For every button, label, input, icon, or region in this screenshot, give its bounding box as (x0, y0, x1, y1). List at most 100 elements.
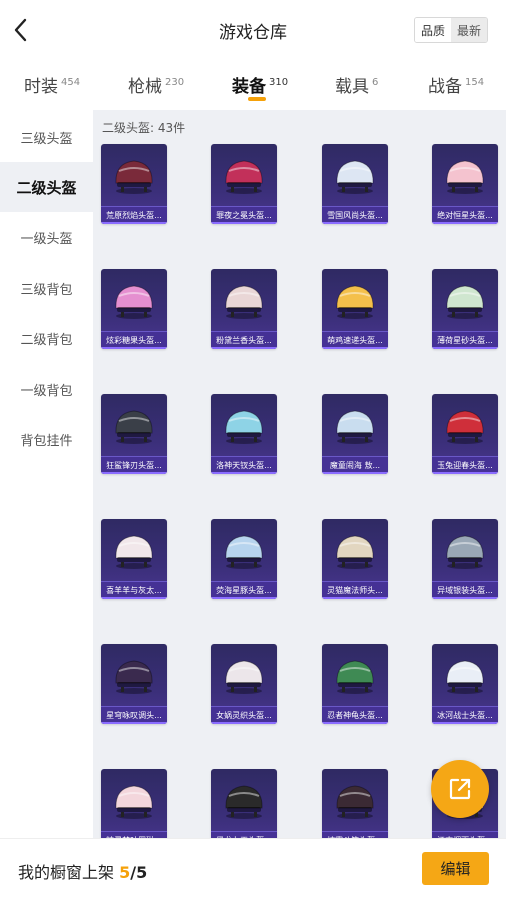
helmet-icon (211, 394, 277, 456)
helmet-icon (322, 394, 388, 456)
helmet-icon (211, 269, 277, 331)
sidebar-item-level3-backpack[interactable]: 三级背包 (0, 263, 93, 313)
rarity-bar (432, 347, 498, 349)
helmet-icon (211, 519, 277, 581)
helmet-icon (101, 269, 167, 331)
tab-count: 6 (372, 77, 379, 89)
sidebar-item-level3-helmet[interactable]: 三级头盔 (0, 112, 93, 162)
sidebar-item-level1-helmet[interactable]: 一级头盔 (0, 212, 93, 262)
showcase-current-count: 5 (119, 863, 131, 882)
tab-label: 载具 (335, 77, 369, 97)
sidebar-item-level1-backpack[interactable]: 一级背包 (0, 364, 93, 414)
tab-label: 战备 (428, 77, 462, 97)
item-name: 墨龙九天头盔... (211, 831, 277, 838)
item-card[interactable]: 玉兔迎春头盔... (432, 394, 498, 474)
item-card[interactable]: 喜羊羊与灰太... (101, 519, 167, 599)
item-card[interactable]: 墨龙九天头盔... (211, 769, 277, 838)
share-button[interactable] (431, 760, 489, 818)
subcategory-sidebar: 三级头盔 二级头盔 一级头盔 三级背包 二级背包 一级背包 背包挂件 (0, 110, 93, 838)
sort-option-newest[interactable]: 最新 (451, 18, 487, 42)
item-card[interactable]: 炫彩糖果头盔... (101, 269, 167, 349)
tab-supplies[interactable]: 战备 154 (428, 72, 484, 97)
helmet-icon (322, 644, 388, 706)
item-name: 江南烟雨头盔... (432, 831, 498, 838)
item-card[interactable]: 萌鸡速递头盔... (322, 269, 388, 349)
tab-weapons[interactable]: 枪械 230 (128, 72, 184, 97)
helmet-icon (211, 144, 277, 206)
tab-count: 230 (165, 77, 185, 89)
item-card[interactable]: 狂鲨锋刃头盔... (101, 394, 167, 474)
rarity-bar (101, 722, 167, 724)
tab-count: 154 (465, 77, 485, 89)
tab-vehicles[interactable]: 载具 6 (335, 72, 378, 97)
sidebar-item-backpack-charm[interactable]: 背包挂件 (0, 414, 93, 464)
item-card[interactable]: 罪夜之冕头盔... (211, 144, 277, 224)
helmet-icon (211, 769, 277, 831)
item-card[interactable]: 炫雾斗笠头盔... (322, 769, 388, 838)
helmet-icon (101, 519, 167, 581)
rarity-bar (211, 222, 277, 224)
helmet-icon (322, 269, 388, 331)
item-card[interactable]: 魔童闹海 敖... (322, 394, 388, 474)
category-tabs: 时装 454 枪械 230 装备 310 载具 6 战备 154 (0, 60, 506, 110)
item-card[interactable]: 异域银装头盔... (432, 519, 498, 599)
helmet-icon (322, 519, 388, 581)
rarity-bar (432, 472, 498, 474)
active-tab-indicator (248, 97, 266, 101)
item-card[interactable]: 雪国风尚头盔... (322, 144, 388, 224)
warehouse-screen: 游戏仓库 品质 最新 时装 454 枪械 230 装备 310 载具 6 战备 154 三… (0, 0, 506, 897)
item-card[interactable]: 粉黛兰香头盔... (211, 269, 277, 349)
item-name: 炫雾斗笠头盔... (322, 831, 388, 838)
section-title: 二级头盔: 43件 (102, 121, 186, 135)
helmet-icon (101, 644, 167, 706)
rarity-bar (211, 347, 277, 349)
showcase-footer: 我的橱窗上架 5/5 编辑 (0, 838, 506, 897)
rarity-bar (101, 347, 167, 349)
share-external-icon (449, 778, 471, 800)
tab-equipment[interactable]: 装备 310 (232, 72, 288, 97)
item-card[interactable]: 荒原烈焰头盔... (101, 144, 167, 224)
item-card[interactable]: 冰河战士头盔... (432, 644, 498, 724)
header: 游戏仓库 品质 最新 (0, 0, 506, 60)
sidebar-item-level2-backpack[interactable]: 二级背包 (0, 313, 93, 363)
helmet-icon (322, 144, 388, 206)
item-card[interactable]: 忍者神龟头盔... (322, 644, 388, 724)
tab-fashion[interactable]: 时装 454 (24, 72, 80, 97)
item-card[interactable]: 灵猫魔法师头... (322, 519, 388, 599)
item-card[interactable]: 星穹咏叹调头... (101, 644, 167, 724)
edit-button[interactable]: 编辑 (422, 852, 489, 885)
rarity-bar (322, 597, 388, 599)
rarity-bar (211, 472, 277, 474)
helmet-icon (211, 644, 277, 706)
helmet-icon (432, 269, 498, 331)
helmet-icon (432, 394, 498, 456)
item-card[interactable]: 女娲灵织头盔... (211, 644, 277, 724)
rarity-bar (322, 222, 388, 224)
sort-toggle: 品质 最新 (414, 17, 488, 43)
showcase-status: 我的橱窗上架 5/5 (18, 859, 147, 883)
rarity-bar (322, 722, 388, 724)
rarity-bar (101, 222, 167, 224)
item-card[interactable]: 绝对恒星头盔... (432, 144, 498, 224)
helmet-icon (432, 644, 498, 706)
item-card[interactable]: 精灵梦叶罗琳... (101, 769, 167, 838)
sidebar-item-level2-helmet[interactable]: 二级头盔 (0, 162, 93, 212)
item-card[interactable]: 薄荷星砂头盔... (432, 269, 498, 349)
rarity-bar (322, 472, 388, 474)
tab-count: 310 (269, 77, 289, 89)
item-card[interactable]: 洛神天钗头盔... (211, 394, 277, 474)
item-grid-panel: 二级头盔: 43件 荒原烈焰头盔... 罪夜之冕头盔... 雪国风尚头盔... 绝对恒… (93, 110, 506, 838)
tab-label: 时装 (24, 77, 58, 97)
helmet-icon (432, 519, 498, 581)
tab-count: 454 (61, 77, 81, 89)
tab-label: 装备 (232, 77, 266, 97)
sort-option-quality[interactable]: 品质 (415, 18, 451, 42)
rarity-bar (322, 347, 388, 349)
showcase-label: 我的橱窗上架 (18, 863, 115, 882)
rarity-bar (432, 597, 498, 599)
item-name: 精灵梦叶罗琳... (101, 831, 167, 838)
helmet-icon (101, 769, 167, 831)
showcase-max-count: 5 (136, 863, 148, 882)
helmet-icon (101, 144, 167, 206)
item-card[interactable]: 荧海星豚头盔... (211, 519, 277, 599)
